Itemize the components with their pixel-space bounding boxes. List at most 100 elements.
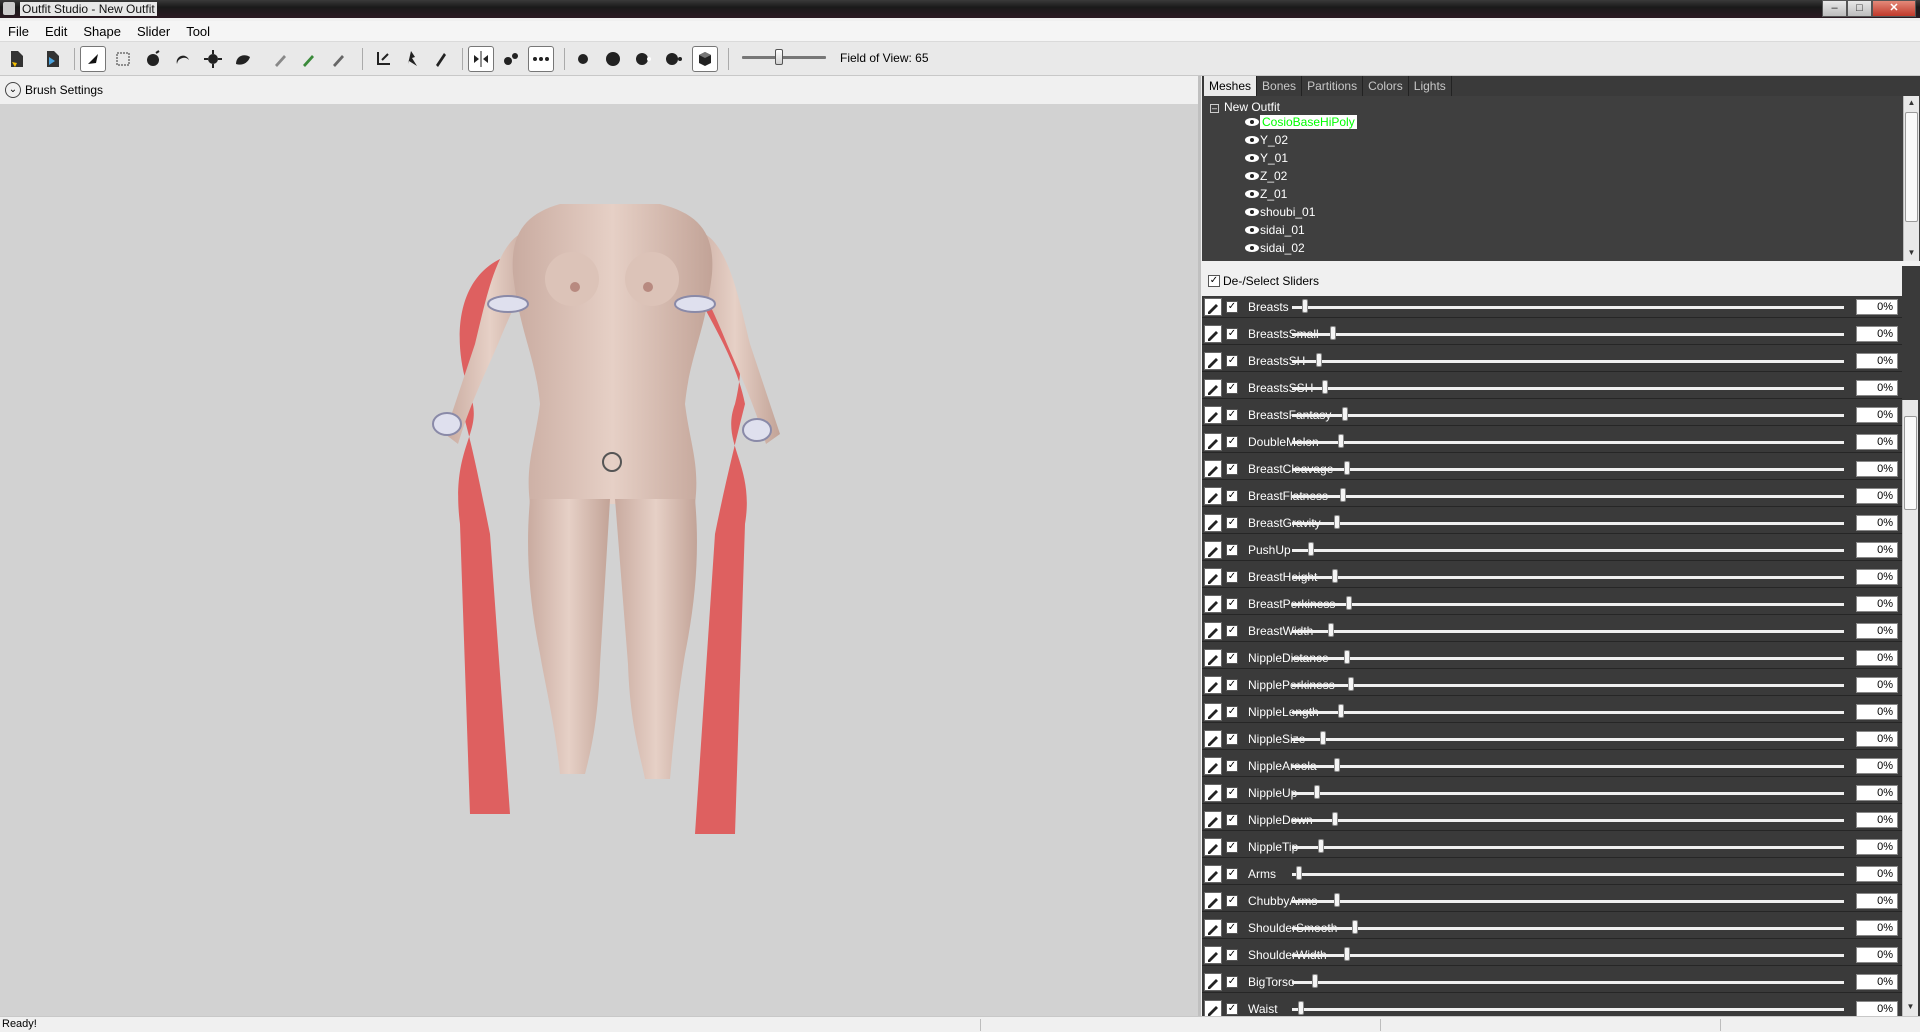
scroll-down-icon[interactable]: ▼ bbox=[1903, 1000, 1918, 1014]
scrollbar-thumb[interactable] bbox=[1904, 416, 1917, 510]
slider-value-field[interactable]: 0% bbox=[1856, 920, 1898, 936]
slider-value-field[interactable]: 0% bbox=[1856, 974, 1898, 990]
maximize-button[interactable]: □ bbox=[1847, 0, 1872, 17]
edit-slider-icon[interactable] bbox=[1204, 730, 1222, 748]
slider-checkbox[interactable]: ✓ bbox=[1226, 436, 1238, 448]
slider-thumb[interactable] bbox=[1348, 677, 1354, 691]
slider-track[interactable] bbox=[1292, 441, 1844, 444]
edit-slider-icon[interactable] bbox=[1204, 325, 1222, 343]
edit-slider-icon[interactable] bbox=[1204, 865, 1222, 883]
slider-value-field[interactable]: 0% bbox=[1856, 677, 1898, 693]
edit-slider-icon[interactable] bbox=[1204, 838, 1222, 856]
slider-value-field[interactable]: 0% bbox=[1856, 461, 1898, 477]
slider-thumb[interactable] bbox=[1334, 515, 1340, 529]
slider-checkbox[interactable]: ✓ bbox=[1226, 571, 1238, 583]
slider-checkbox[interactable]: ✓ bbox=[1226, 301, 1238, 313]
mesh-item[interactable]: Y_01 bbox=[1244, 150, 1288, 166]
slider-track[interactable] bbox=[1292, 819, 1844, 822]
slider-thumb[interactable] bbox=[1338, 434, 1344, 448]
pivot-tool-icon[interactable] bbox=[398, 46, 424, 72]
scrollbar-thumb[interactable] bbox=[1905, 112, 1918, 222]
menu-edit[interactable]: Edit bbox=[37, 21, 75, 41]
slider-thumb[interactable] bbox=[1296, 866, 1302, 880]
menu-shape[interactable]: Shape bbox=[75, 21, 129, 41]
slider-thumb[interactable] bbox=[1302, 299, 1308, 313]
deselect-sliders-checkbox[interactable]: ✓ bbox=[1208, 275, 1220, 287]
tab-colors[interactable]: Colors bbox=[1363, 76, 1409, 96]
edit-slider-icon[interactable] bbox=[1204, 919, 1222, 937]
slider-value-field[interactable]: 0% bbox=[1856, 623, 1898, 639]
slider-value-field[interactable]: 0% bbox=[1856, 596, 1898, 612]
sliders-scrollbar-track[interactable]: ▼ bbox=[1902, 400, 1918, 1016]
slider-checkbox[interactable]: ✓ bbox=[1226, 922, 1238, 934]
slider-value-field[interactable]: 0% bbox=[1856, 353, 1898, 369]
menu-tool[interactable]: Tool bbox=[178, 21, 218, 41]
slider-value-field[interactable]: 0% bbox=[1856, 326, 1898, 342]
slider-thumb[interactable] bbox=[1328, 623, 1334, 637]
panel-splitter[interactable] bbox=[1198, 76, 1201, 1016]
slider-checkbox[interactable]: ✓ bbox=[1226, 733, 1238, 745]
slider-track[interactable] bbox=[1292, 549, 1844, 552]
collapse-icon[interactable]: – bbox=[1210, 104, 1219, 113]
slider-track[interactable] bbox=[1292, 657, 1844, 660]
slider-value-field[interactable]: 0% bbox=[1856, 299, 1898, 315]
slider-value-field[interactable]: 0% bbox=[1856, 893, 1898, 909]
edit-slider-icon[interactable] bbox=[1204, 568, 1222, 586]
slider-track[interactable] bbox=[1292, 522, 1844, 525]
edit-slider-icon[interactable] bbox=[1204, 460, 1222, 478]
mesh-item[interactable]: CosioBaseHiPoly bbox=[1244, 114, 1357, 130]
slider-thumb[interactable] bbox=[1316, 353, 1322, 367]
slider-checkbox[interactable]: ✓ bbox=[1226, 1003, 1238, 1015]
slider-track[interactable] bbox=[1292, 792, 1844, 795]
slider-value-field[interactable]: 0% bbox=[1856, 866, 1898, 882]
chevron-down-icon[interactable]: ⌄ bbox=[5, 82, 21, 98]
slider-value-field[interactable]: 0% bbox=[1856, 542, 1898, 558]
edit-slider-icon[interactable] bbox=[1204, 946, 1222, 964]
slider-checkbox[interactable]: ✓ bbox=[1226, 625, 1238, 637]
smooth-brush-icon[interactable] bbox=[230, 46, 256, 72]
slider-thumb[interactable] bbox=[1352, 920, 1358, 934]
mesh-item[interactable]: Z_01 bbox=[1244, 186, 1287, 202]
mesh-tree-scrollbar[interactable]: ▲ ▼ bbox=[1903, 96, 1919, 261]
slider-checkbox[interactable]: ✓ bbox=[1226, 463, 1238, 475]
slider-checkbox[interactable]: ✓ bbox=[1226, 544, 1238, 556]
slider-thumb[interactable] bbox=[1346, 596, 1352, 610]
color-brush-icon[interactable] bbox=[296, 46, 322, 72]
edit-slider-icon[interactable] bbox=[1204, 622, 1222, 640]
lighting-icon[interactable] bbox=[600, 46, 626, 72]
xray-icon[interactable] bbox=[528, 46, 554, 72]
deselect-sliders-row[interactable]: ✓ De-/Select Sliders bbox=[1202, 266, 1902, 296]
slider-checkbox[interactable]: ✓ bbox=[1226, 787, 1238, 799]
slider-thumb[interactable] bbox=[1312, 974, 1318, 988]
edit-slider-icon[interactable] bbox=[1204, 973, 1222, 991]
slider-track[interactable] bbox=[1292, 360, 1844, 363]
3d-viewport[interactable] bbox=[0, 104, 1198, 1016]
slider-value-field[interactable]: 0% bbox=[1856, 812, 1898, 828]
eye-icon[interactable] bbox=[1244, 135, 1260, 145]
new-project-icon[interactable] bbox=[4, 46, 30, 72]
slider-track[interactable] bbox=[1292, 765, 1844, 768]
slider-checkbox[interactable]: ✓ bbox=[1226, 517, 1238, 529]
slider-track[interactable] bbox=[1292, 576, 1844, 579]
slider-track[interactable] bbox=[1292, 333, 1844, 336]
brush-settings-bar[interactable]: ⌄ Brush Settings bbox=[0, 78, 1198, 104]
edit-slider-icon[interactable] bbox=[1204, 649, 1222, 667]
slider-checkbox[interactable]: ✓ bbox=[1226, 895, 1238, 907]
move-brush-icon[interactable] bbox=[200, 46, 226, 72]
edit-slider-icon[interactable] bbox=[1204, 433, 1222, 451]
deflate-brush-icon[interactable] bbox=[170, 46, 196, 72]
slider-track[interactable] bbox=[1292, 414, 1844, 417]
slider-checkbox[interactable]: ✓ bbox=[1226, 814, 1238, 826]
slider-checkbox[interactable]: ✓ bbox=[1226, 760, 1238, 772]
slider-value-field[interactable]: 0% bbox=[1856, 650, 1898, 666]
mesh-item[interactable]: sidai_01 bbox=[1244, 222, 1305, 238]
edit-slider-icon[interactable] bbox=[1204, 1000, 1222, 1016]
slider-thumb[interactable] bbox=[1344, 947, 1350, 961]
tab-meshes[interactable]: Meshes bbox=[1204, 76, 1258, 96]
mesh-item[interactable]: sidai_02 bbox=[1244, 240, 1305, 256]
eye-icon[interactable] bbox=[1244, 171, 1260, 181]
slider-thumb[interactable] bbox=[1340, 488, 1346, 502]
slider-track[interactable] bbox=[1292, 603, 1844, 606]
slider-value-field[interactable]: 0% bbox=[1856, 434, 1898, 450]
edit-slider-icon[interactable] bbox=[1204, 406, 1222, 424]
